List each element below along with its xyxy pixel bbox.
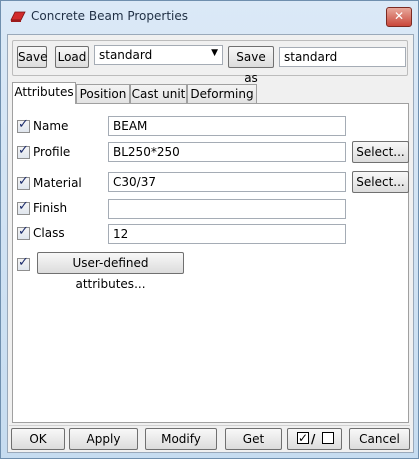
user-defined-checkbox[interactable]: [17, 255, 30, 271]
save-as-button[interactable]: Save as: [228, 46, 274, 85]
save-as-name-input[interactable]: standard: [279, 47, 406, 67]
name-input[interactable]: BEAM: [108, 116, 346, 136]
window-title: Concrete Beam Properties: [31, 9, 188, 23]
save-button[interactable]: Save: [17, 46, 47, 68]
profile-select-button[interactable]: Select...: [352, 141, 409, 163]
tab-attributes[interactable]: Attributes: [12, 82, 76, 104]
close-button[interactable]: ✕: [386, 7, 412, 27]
toggle-separator: /: [311, 432, 316, 446]
profile-label: Profile: [33, 145, 71, 159]
finish-checkbox[interactable]: [17, 199, 30, 215]
material-select-button[interactable]: Select...: [352, 171, 409, 193]
profile-checkbox[interactable]: [17, 143, 30, 159]
chevron-down-icon[interactable]: ▼: [211, 48, 218, 58]
load-button[interactable]: Load: [55, 46, 89, 68]
class-input[interactable]: 12: [108, 224, 346, 244]
check-all-icon: ✓: [297, 431, 309, 445]
attributes-panel: Name BEAM Profile BL250*250 Select... Ma…: [12, 103, 409, 423]
modify-button[interactable]: Modify: [145, 428, 217, 450]
close-icon: ✕: [393, 9, 405, 23]
apply-button[interactable]: Apply: [69, 428, 138, 450]
material-checkbox[interactable]: [17, 174, 30, 190]
name-label: Name: [33, 119, 69, 133]
beam-app-icon: [10, 11, 26, 22]
preset-dropdown-value: standard: [99, 48, 153, 62]
profile-input[interactable]: BL250*250: [108, 142, 346, 162]
material-input[interactable]: C30/37: [108, 172, 346, 192]
class-label: Class: [33, 226, 65, 240]
preset-dropdown[interactable]: standard ▼: [94, 45, 223, 65]
material-label: Material: [33, 176, 82, 190]
toggle-all-button[interactable]: ✓ /: [287, 428, 342, 450]
cancel-button[interactable]: Cancel: [349, 428, 410, 450]
uncheck-all-icon: [322, 432, 334, 444]
get-button[interactable]: Get: [225, 428, 282, 450]
class-checkbox[interactable]: [17, 224, 30, 240]
tab-deforming[interactable]: Deforming: [187, 84, 257, 104]
finish-label: Finish: [33, 201, 68, 215]
user-defined-attributes-button[interactable]: User-defined attributes...: [37, 252, 184, 291]
name-checkbox[interactable]: [17, 117, 30, 133]
dialog-client-area: Save Load standard ▼ Save as standard At…: [7, 34, 414, 453]
title-bar[interactable]: Concrete Beam Properties ✕: [1, 1, 418, 33]
ok-button[interactable]: OK: [11, 428, 65, 450]
finish-input[interactable]: [108, 199, 346, 219]
tab-cast-unit[interactable]: Cast unit: [130, 84, 187, 104]
tab-position[interactable]: Position: [76, 84, 130, 104]
dialog-window: Concrete Beam Properties ✕ Save Load sta…: [0, 0, 419, 459]
